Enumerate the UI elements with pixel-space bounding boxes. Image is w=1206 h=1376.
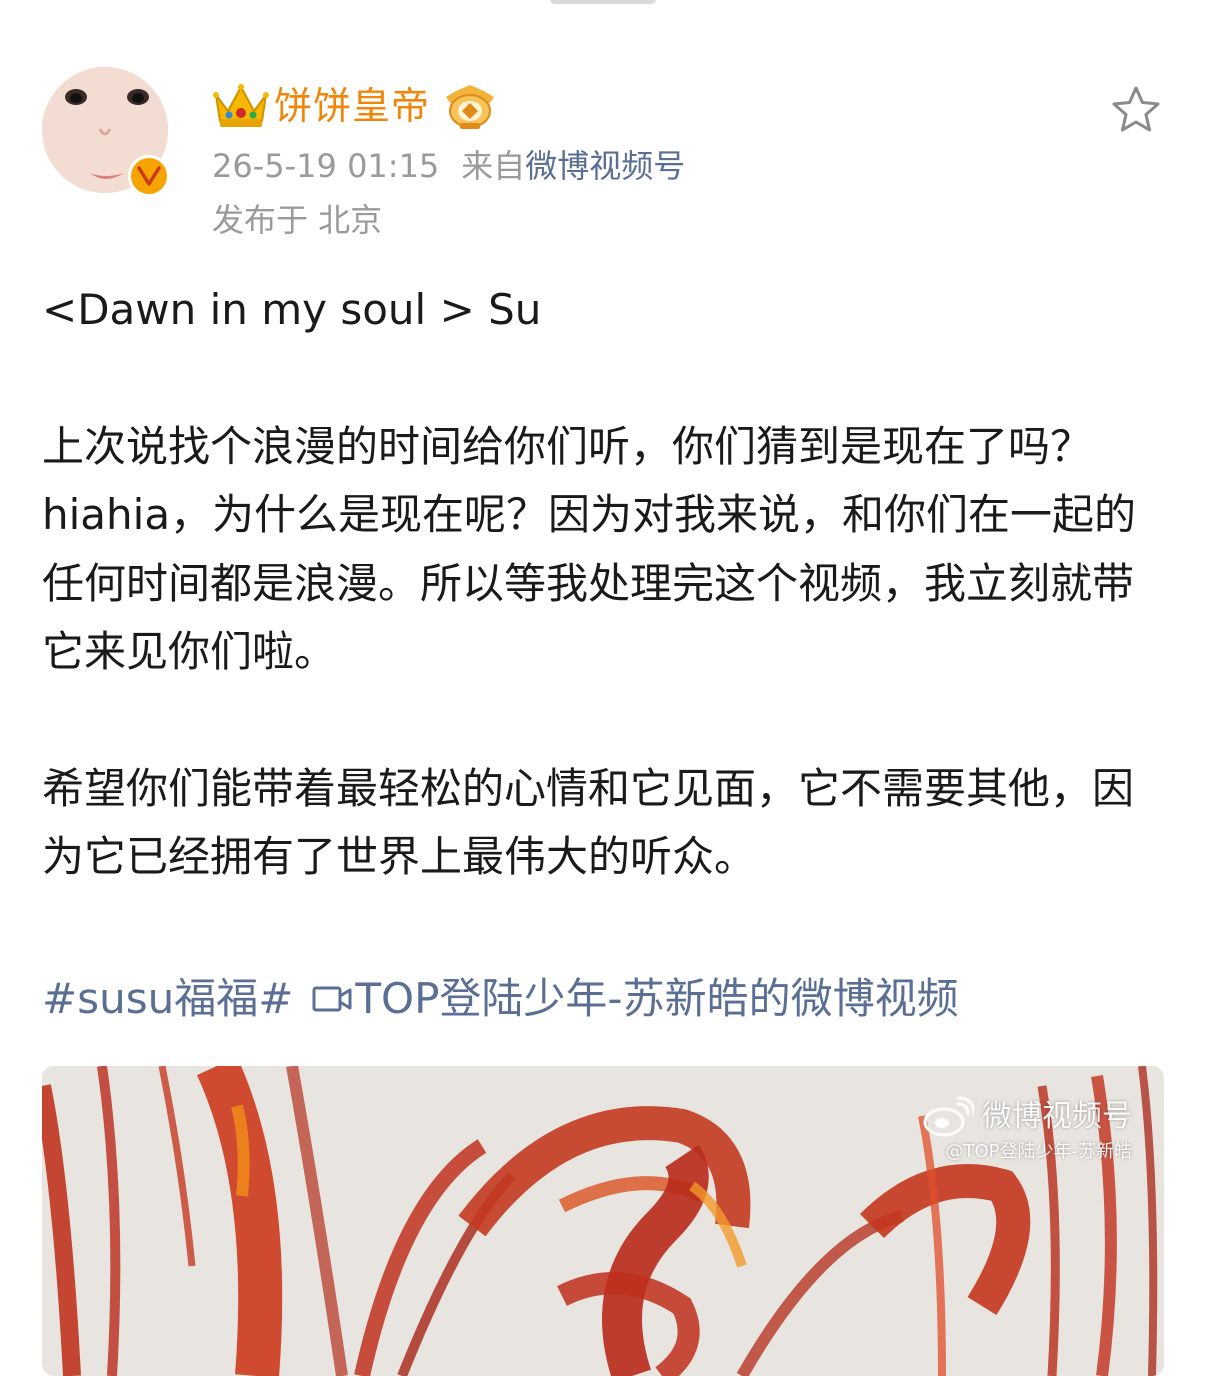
video-thumbnail[interactable]: 微博视频号 @TOP登陆少年-苏新皓: [42, 1066, 1164, 1376]
crown-icon: [213, 84, 269, 127]
vip-badge-icon[interactable]: [442, 81, 498, 131]
post-time: 26-5-19 01:15: [212, 147, 440, 185]
author-name[interactable]: 饼饼皇帝: [274, 78, 430, 134]
post-location: 发布于 北京: [212, 201, 383, 239]
watermark-author: @TOP登陆少年-苏新皓: [945, 1141, 1132, 1162]
video-camera-icon: [312, 986, 352, 1012]
post-title-line: <Dawn in my soul > Su: [42, 285, 542, 334]
topic-line: #susu福福# TOP登陆少年-苏新皓的微博视频: [42, 965, 959, 1033]
post-content: <Dawn in my soul > Su 上次说找个浪漫的时间给你们听，你们猜…: [42, 276, 1164, 892]
top-sheet-handle: [550, 0, 656, 4]
video-link[interactable]: TOP登陆少年-苏新皓的微博视频: [355, 965, 958, 1033]
post-meta: 26-5-19 01:15 来自微博视频号: [212, 144, 685, 188]
verified-v-icon: [128, 155, 170, 197]
post-paragraph: 上次说找个浪漫的时间给你们听，你们猜到是现在了吗？hiahia，为什么是现在呢？…: [42, 421, 1137, 677]
hashtag-link[interactable]: #susu福福#: [42, 965, 293, 1033]
post-paragraph: 希望你们能带着最轻松的心情和它见面，它不需要其他，因为它已经拥有了世界上最伟大的…: [42, 763, 1135, 882]
author-row: 饼饼皇帝: [212, 78, 498, 134]
watermark-title: 微博视频号: [982, 1099, 1132, 1134]
source-link[interactable]: 微博视频号: [525, 147, 685, 185]
source-prefix: 来自: [461, 147, 526, 185]
weibo-logo-icon: [923, 1096, 974, 1137]
star-icon[interactable]: [1110, 84, 1162, 136]
video-watermark: 微博视频号 @TOP登陆少年-苏新皓: [922, 1096, 1132, 1166]
